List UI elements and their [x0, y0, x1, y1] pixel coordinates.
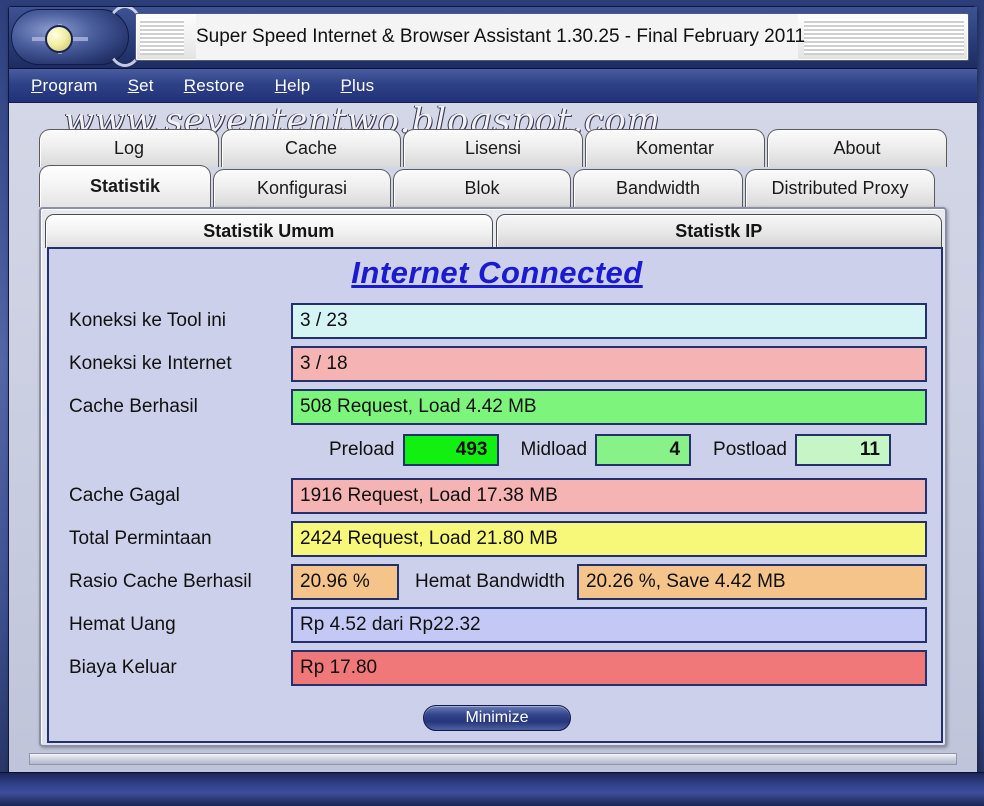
label-biaya-keluar: Biaya Keluar	[69, 657, 177, 678]
panel-bottom-bevel	[29, 753, 957, 765]
statistics-rows: Koneksi ke Tool ini 3 / 23 Koneksi ke In…	[49, 301, 945, 691]
window-title: Super Speed Internet & Browser Assistant…	[196, 14, 805, 60]
tab-komentar[interactable]: Komentar	[585, 129, 765, 167]
menu-accel-restore: R	[183, 75, 197, 95]
menu-item-program[interactable]: Program	[27, 74, 102, 98]
row-koneksi-ke-internet: Koneksi ke Internet 3 / 18	[49, 344, 945, 384]
menu-accel-program: P	[31, 75, 43, 95]
row-koneksi-ke-tool-ini: Koneksi ke Tool ini 3 / 23	[49, 301, 945, 341]
field-postload[interactable]: 11	[795, 434, 891, 466]
tab-strip-top: Log Cache Lisensi Komentar About	[39, 129, 949, 167]
row-total-permintaan: Total Permintaan 2424 Request, Load 21.8…	[49, 519, 945, 559]
menu-label-restore: estore	[196, 75, 245, 95]
row-biaya-keluar: Biaya Keluar Rp 17.80	[49, 648, 945, 688]
desktop-taskbar-strip	[0, 772, 984, 806]
tab-bandwidth[interactable]: Bandwidth	[573, 169, 743, 207]
field-preload[interactable]: 493	[402, 434, 499, 466]
label-koneksi-ke-internet: Koneksi ke Internet	[69, 353, 232, 374]
menu-accel-set: S	[127, 75, 140, 95]
inner-tab-statistk-ip[interactable]: Statistk IP	[495, 214, 942, 248]
menu-item-restore[interactable]: Restore	[180, 74, 249, 98]
menu-accel-help: H	[274, 75, 288, 95]
field-hemat-uang[interactable]: Rp 4.52 dari Rp22.32	[291, 607, 927, 643]
field-koneksi-ke-tool-ini[interactable]: 3 / 23	[291, 303, 927, 339]
field-total-permintaan[interactable]: 2424 Request, Load 21.80 MB	[291, 521, 927, 557]
label-hemat-bandwidth: Hemat Bandwidth	[415, 571, 565, 592]
title-grip-left	[140, 19, 184, 55]
target-orb-icon	[45, 25, 73, 53]
label-total-permintaan: Total Permintaan	[69, 528, 212, 549]
field-cache-gagal[interactable]: 1916 Request, Load 17.38 MB	[291, 478, 927, 514]
inner-tab-strip: Statistik Umum Statistk IP	[45, 212, 945, 248]
menu-bar: Program Set Restore Help Plus	[9, 69, 977, 103]
title-plate: Super Speed Internet & Browser Assistant…	[135, 13, 969, 61]
title-bar: Super Speed Internet & Browser Assistant…	[9, 7, 977, 69]
label-cache-berhasil: Cache Berhasil	[69, 396, 198, 417]
application-window: Super Speed Internet & Browser Assistant…	[8, 6, 977, 776]
menu-label-set: et	[139, 75, 154, 95]
tab-cache[interactable]: Cache	[221, 129, 401, 167]
client-area: www.sevententwo.blogspot.com Log Cache L…	[9, 103, 977, 776]
menu-accel-plus: P	[340, 75, 352, 95]
connection-status-heading: Internet Connected	[351, 255, 643, 290]
statistics-body: Internet Connected Koneksi ke Tool ini 3…	[47, 247, 943, 743]
menu-item-plus[interactable]: Plus	[336, 74, 378, 98]
row-cache-gagal: Cache Gagal 1916 Request, Load 17.38 MB	[49, 476, 945, 516]
field-koneksi-ke-internet[interactable]: 3 / 18	[291, 346, 927, 382]
menu-item-set[interactable]: Set	[124, 74, 158, 98]
tab-statistik[interactable]: Statistik	[39, 165, 211, 207]
label-hemat-uang: Hemat Uang	[69, 614, 176, 635]
label-cache-gagal: Cache Gagal	[69, 485, 180, 506]
tab-strip-bottom: Statistik Konfigurasi Blok Bandwidth Dis…	[39, 165, 937, 207]
statistics-panel: Statistik Umum Statistk IP Internet Conn…	[39, 207, 947, 747]
load-counters-row: Preload 493 Midload 4 Postload 11	[49, 430, 945, 470]
menu-label-plus: lus	[352, 75, 375, 95]
field-biaya-keluar[interactable]: Rp 17.80	[291, 650, 927, 686]
field-midload[interactable]: 4	[595, 434, 692, 466]
menu-label-help: elp	[287, 75, 311, 95]
tab-blok[interactable]: Blok	[393, 169, 571, 207]
field-hemat-bandwidth[interactable]: 20.26 %, Save 4.42 MB	[576, 564, 927, 600]
label-preload: Preload	[329, 439, 395, 460]
minimize-button-container: Minimize	[49, 705, 945, 731]
tab-lisensi[interactable]: Lisensi	[403, 129, 583, 167]
tab-distributed-proxy[interactable]: Distributed Proxy	[745, 169, 935, 207]
label-postload: Postload	[713, 439, 787, 460]
tab-konfigurasi[interactable]: Konfigurasi	[213, 169, 391, 207]
label-rasio-cache-berhasil: Rasio Cache Berhasil	[69, 571, 252, 592]
tab-about[interactable]: About	[767, 129, 947, 167]
row-cache-berhasil: Cache Berhasil 508 Request, Load 4.42 MB	[49, 387, 945, 427]
row-rasio-cache-berhasil: Rasio Cache Berhasil 20.96 % Hemat Bandw…	[49, 562, 945, 602]
label-midload: Midload	[520, 439, 588, 460]
field-cache-berhasil[interactable]: 508 Request, Load 4.42 MB	[291, 389, 927, 425]
inner-tab-statistik-umum[interactable]: Statistik Umum	[45, 214, 493, 248]
menu-label-program: rogram	[42, 75, 98, 95]
menu-item-help[interactable]: Help	[271, 74, 315, 98]
minimize-button[interactable]: Minimize	[423, 705, 571, 731]
label-koneksi-ke-tool-ini: Koneksi ke Tool ini	[69, 310, 227, 331]
title-grip-right	[804, 19, 964, 55]
field-rasio-cache-berhasil[interactable]: 20.96 %	[291, 564, 399, 600]
row-hemat-uang: Hemat Uang Rp 4.52 dari Rp22.32	[49, 605, 945, 645]
tab-log[interactable]: Log	[39, 129, 219, 167]
